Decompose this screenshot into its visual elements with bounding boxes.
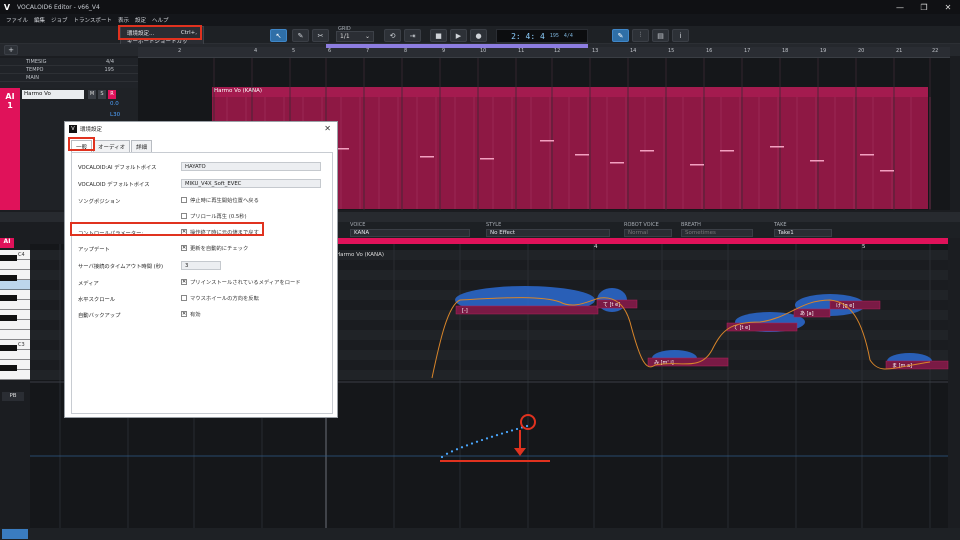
pb-point — [460, 446, 464, 449]
dialog-title: 環境設定 — [80, 127, 103, 133]
auto-backup-label: 有効 — [190, 312, 201, 318]
c4-label: C4 — [18, 252, 25, 258]
pb-point — [505, 430, 509, 434]
return-on-stop-label: 停止時に再生開始位置へ戻る — [190, 198, 259, 204]
pb-point — [485, 437, 489, 440]
invert-wheel-label: マウスホイールの方向を反転 — [190, 296, 259, 302]
dialog-titlebar: V 環境設定 — [65, 122, 337, 136]
pb-point — [455, 448, 459, 451]
row-voice-label: VOCALOID デフォルトボイス — [78, 182, 150, 188]
checkbox-icon — [181, 213, 187, 219]
white-key — [0, 370, 30, 380]
pb-point — [480, 438, 484, 442]
dialog-app-icon: V — [69, 125, 77, 133]
c3-label: C3 — [18, 342, 25, 348]
black-key — [0, 295, 17, 301]
expand-lane-button[interactable] — [2, 529, 28, 539]
preroll-checkbox[interactable]: プリロール再生 (0.5秒) — [181, 212, 247, 220]
row-song-position-label: ソングポジション — [78, 199, 121, 205]
pb-point — [445, 452, 449, 455]
black-key — [0, 275, 17, 281]
row-update-label: アップデート — [78, 247, 110, 253]
note-lyric: [-] — [462, 308, 468, 314]
note-block — [455, 305, 599, 315]
checkbox-checked-icon: ✕ — [181, 279, 187, 285]
return-on-stop-checkbox[interactable]: 停止時に再生開始位置へ戻る — [181, 196, 259, 204]
horizontal-scrollbar[interactable] — [0, 528, 960, 540]
auto-update-checkbox[interactable]: ✕ 更新を自動的にチェック — [181, 244, 248, 252]
white-key — [0, 300, 30, 310]
pb-point — [500, 432, 504, 435]
row-media-label: メディア — [78, 281, 99, 287]
arrow-head-icon — [514, 448, 526, 456]
pb-point — [475, 440, 479, 443]
dialog-body: VOCALOID:AI デフォルトボイス HAYATO VOCALOID デフォ… — [71, 152, 333, 414]
pb-point — [515, 427, 519, 431]
default-voice-select[interactable]: MIKU_V4X_Soft_EVEC — [181, 179, 321, 188]
pb-point — [470, 442, 474, 445]
highlight-control-param — [70, 222, 264, 236]
note-lyric: て [t e] — [733, 325, 750, 331]
black-key — [0, 255, 17, 261]
checkbox-checked-icon: ✕ — [181, 311, 187, 317]
load-media-label: プリインストールされているメディアをロード — [190, 280, 301, 286]
white-key — [0, 320, 30, 330]
black-key — [0, 345, 17, 351]
white-key — [0, 260, 30, 270]
black-key — [0, 365, 17, 371]
white-key — [0, 330, 30, 340]
white-key — [0, 280, 30, 290]
white-key — [0, 350, 30, 360]
pb-point — [450, 450, 454, 453]
note-lyric: あ [a] — [800, 311, 814, 317]
auto-backup-checkbox[interactable]: ✕ 有効 — [181, 310, 201, 318]
dialog-close-icon[interactable]: ✕ — [324, 124, 331, 133]
editor-part-label: Harmo Vo (KANA) — [336, 252, 385, 258]
note-lyric: て [t e] — [603, 302, 620, 308]
preferences-dialog: V 環境設定 ✕ 一般 オーディオ 詳細 VOCALOID:AI デフォルトボイス… — [64, 121, 338, 418]
pb-point — [495, 434, 499, 437]
load-media-checkbox[interactable]: ✕ プリインストールされているメディアをロード — [181, 278, 301, 286]
row-ai-voice-label: VOCALOID:AI デフォルトボイス — [78, 165, 157, 171]
pb-point — [465, 444, 469, 447]
row-backup-label: 自動バックアップ — [78, 313, 121, 319]
checkbox-checked-icon: ✕ — [181, 245, 187, 251]
highlight-general-tab — [68, 137, 95, 151]
checkbox-icon — [181, 295, 187, 301]
invert-wheel-checkbox[interactable]: マウスホイールの方向を反転 — [181, 294, 259, 302]
pb-point — [525, 424, 529, 428]
lane-select[interactable]: PB — [2, 392, 24, 401]
pb-point — [440, 455, 444, 459]
editor-bar5-label: 5 — [862, 244, 866, 250]
preroll-label: プリロール再生 (0.5秒) — [190, 214, 247, 220]
row-timeout-label: サーバ接続のタイムアウト時間 (秒) — [78, 264, 164, 270]
timeout-select[interactable]: 3 — [181, 261, 221, 270]
pb-point — [490, 435, 494, 438]
editor-bar-label: 4 — [594, 244, 598, 250]
ai-default-voice-select[interactable]: HAYATO — [181, 162, 321, 171]
checkbox-icon — [181, 197, 187, 203]
row-hscroll-label: 水平スクロール — [78, 297, 116, 303]
pb-point — [510, 429, 514, 432]
auto-update-label: 更新を自動的にチェック — [190, 246, 249, 252]
black-key — [0, 315, 17, 321]
